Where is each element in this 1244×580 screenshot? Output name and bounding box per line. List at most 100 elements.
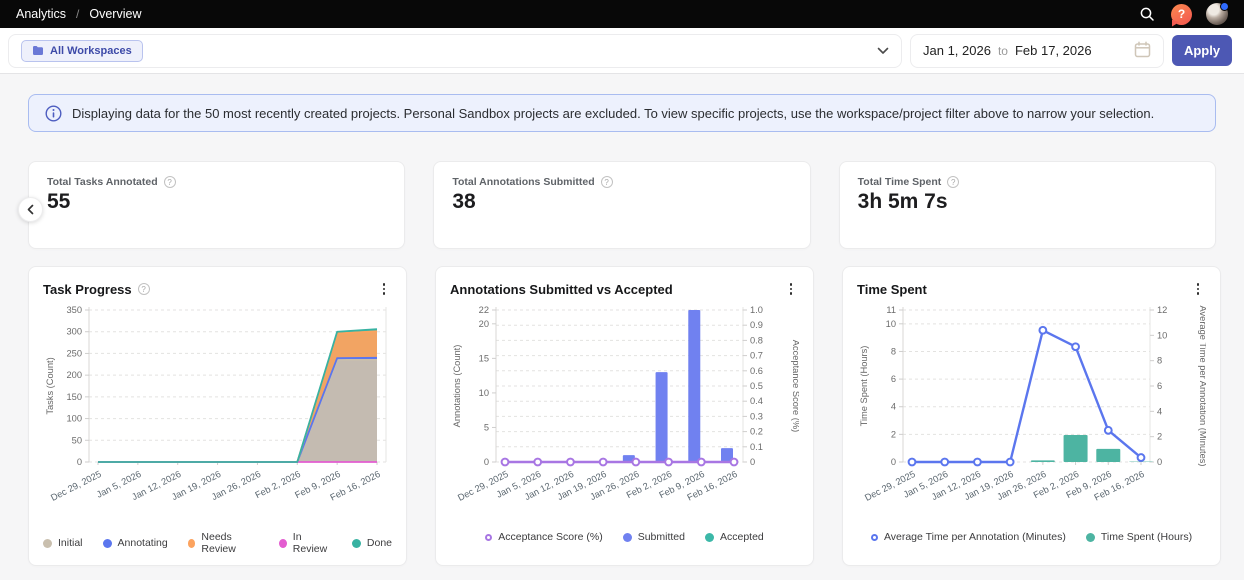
legend-item[interactable]: Submitted [623, 531, 685, 543]
folder-icon [32, 45, 44, 56]
svg-text:4: 4 [1157, 406, 1162, 416]
chart-card-task-progress: Task Progress ? 050100150200250300350Tas… [28, 266, 407, 566]
legend-item[interactable]: Accepted [705, 531, 764, 543]
info-banner-text: Displaying data for the 50 most recently… [72, 106, 1154, 121]
help-bubble-icon[interactable]: ? [1171, 4, 1192, 25]
stat-label: Total Annotations Submitted [452, 176, 594, 188]
legend-item[interactable]: Acceptance Score (%) [485, 531, 602, 543]
workspace-filter-input[interactable]: All Workspaces [8, 34, 902, 68]
svg-text:10: 10 [886, 319, 896, 329]
svg-text:0.8: 0.8 [750, 335, 763, 345]
time-spent-chart: 024681011024681012Time Spent (Hours)Aver… [857, 302, 1206, 531]
svg-text:1.0: 1.0 [750, 305, 763, 315]
legend-item[interactable]: Average Time per Annotation (Minutes) [871, 531, 1066, 543]
date-to-value: Feb 17, 2026 [1015, 43, 1092, 58]
legend-label: Acceptance Score (%) [498, 531, 602, 543]
annotations-chart: 051015202200.10.20.30.40.50.60.70.80.91.… [450, 302, 799, 531]
svg-text:15: 15 [479, 353, 489, 363]
svg-text:250: 250 [66, 348, 82, 358]
legend-dot-icon [43, 539, 52, 548]
svg-text:0: 0 [484, 457, 489, 467]
chart-legend: Acceptance Score (%) Submitted Accepted [450, 531, 799, 543]
legend-item[interactable]: Done [352, 531, 392, 555]
legend-dot-icon [279, 539, 287, 548]
legend-label: Average Time per Annotation (Minutes) [884, 531, 1066, 543]
stats-row: Total Tasks Annotated ? 55 Total Annotat… [28, 161, 1216, 249]
legend-item[interactable]: Needs Review [188, 531, 259, 555]
avatar[interactable] [1206, 3, 1228, 25]
svg-text:Tasks (Count): Tasks (Count) [45, 357, 55, 414]
legend-open-circle-icon [485, 534, 492, 541]
chart-card-time-spent: Time Spent 024681011024681012Time Spent … [842, 266, 1221, 566]
task-progress-chart: 050100150200250300350Tasks (Count)Dec 29… [43, 302, 392, 531]
svg-text:0.5: 0.5 [750, 381, 763, 391]
legend-label: Accepted [720, 531, 764, 543]
calendar-icon[interactable] [1134, 41, 1151, 61]
legend-label: Annotating [118, 537, 168, 549]
svg-text:11: 11 [886, 305, 896, 315]
svg-text:200: 200 [66, 370, 82, 380]
svg-text:12: 12 [1157, 305, 1167, 315]
legend-dot-icon [352, 539, 361, 548]
svg-text:0.1: 0.1 [750, 442, 763, 452]
svg-text:5: 5 [484, 422, 489, 432]
breadcrumb-page[interactable]: Overview [89, 7, 141, 21]
svg-text:0.9: 0.9 [750, 320, 763, 330]
svg-text:2: 2 [1157, 432, 1162, 442]
search-icon[interactable] [1137, 4, 1157, 24]
charts-row: Task Progress ? 050100150200250300350Tas… [28, 266, 1216, 566]
stat-card-total-tasks: Total Tasks Annotated ? 55 [28, 161, 405, 249]
svg-text:Average Time per Annotation (M: Average Time per Annotation (Minutes) [1198, 305, 1206, 466]
legend-item[interactable]: Time Spent (Hours) [1086, 531, 1192, 543]
legend-dot-icon [705, 533, 714, 542]
legend-open-circle-icon [871, 534, 878, 541]
question-icon[interactable]: ? [601, 176, 613, 188]
svg-text:0: 0 [891, 457, 896, 467]
question-icon[interactable]: ? [138, 283, 150, 295]
stat-value: 38 [452, 190, 791, 214]
svg-text:8: 8 [891, 346, 896, 356]
svg-text:Dec 29, 2025: Dec 29, 2025 [49, 469, 103, 503]
svg-text:4: 4 [891, 402, 896, 412]
info-icon [45, 105, 62, 122]
svg-text:100: 100 [66, 414, 82, 424]
chart-card-annotations: Annotations Submitted vs Accepted 0 5 10 15… [435, 266, 814, 566]
stat-value: 3h 5m 7s [858, 190, 1197, 214]
kebab-menu-icon[interactable] [376, 281, 392, 297]
legend-item[interactable]: Annotating [103, 531, 168, 555]
apply-button[interactable]: Apply [1172, 35, 1232, 66]
stat-value: 55 [47, 190, 386, 214]
chart-legend: Initial Annotating Needs Review In Review Do… [43, 531, 392, 555]
legend-item[interactable]: In Review [279, 531, 332, 555]
question-icon[interactable]: ? [947, 176, 959, 188]
kebab-menu-icon[interactable] [1190, 281, 1206, 297]
legend-dot-icon [188, 539, 196, 548]
svg-text:10: 10 [479, 388, 489, 398]
legend-item[interactable]: Initial [43, 531, 83, 555]
legend-label: Initial [58, 537, 83, 549]
svg-text:0.3: 0.3 [750, 411, 763, 421]
breadcrumb-section[interactable]: Analytics [16, 7, 66, 21]
svg-text:Annotations (Count): Annotations (Count) [452, 345, 462, 428]
legend-dot-icon [103, 539, 112, 548]
workspace-chip[interactable]: All Workspaces [21, 40, 143, 62]
legend-label: Time Spent (Hours) [1101, 531, 1192, 543]
svg-text:0.6: 0.6 [750, 366, 763, 376]
prev-page-button[interactable] [18, 197, 43, 222]
top-navbar: Analytics / Overview ? [0, 0, 1244, 28]
svg-text:0.4: 0.4 [750, 396, 763, 406]
svg-text:Time Spent (Hours): Time Spent (Hours) [859, 346, 869, 427]
kebab-menu-icon[interactable] [783, 281, 799, 297]
svg-text:22: 22 [479, 305, 489, 315]
question-icon[interactable]: ? [164, 176, 176, 188]
svg-text:6: 6 [1157, 381, 1162, 391]
svg-text:6: 6 [891, 374, 896, 384]
stat-label: Total Tasks Annotated [47, 176, 158, 188]
svg-text:10: 10 [1157, 330, 1167, 340]
date-range-input[interactable]: Jan 1, 2026 to Feb 17, 2026 [910, 34, 1164, 68]
chart-title: Annotations Submitted vs Accepted [450, 282, 673, 297]
svg-text:0.2: 0.2 [750, 427, 763, 437]
breadcrumb-separator: / [76, 7, 79, 21]
chevron-down-icon[interactable] [877, 42, 889, 60]
svg-text:0: 0 [750, 457, 755, 467]
